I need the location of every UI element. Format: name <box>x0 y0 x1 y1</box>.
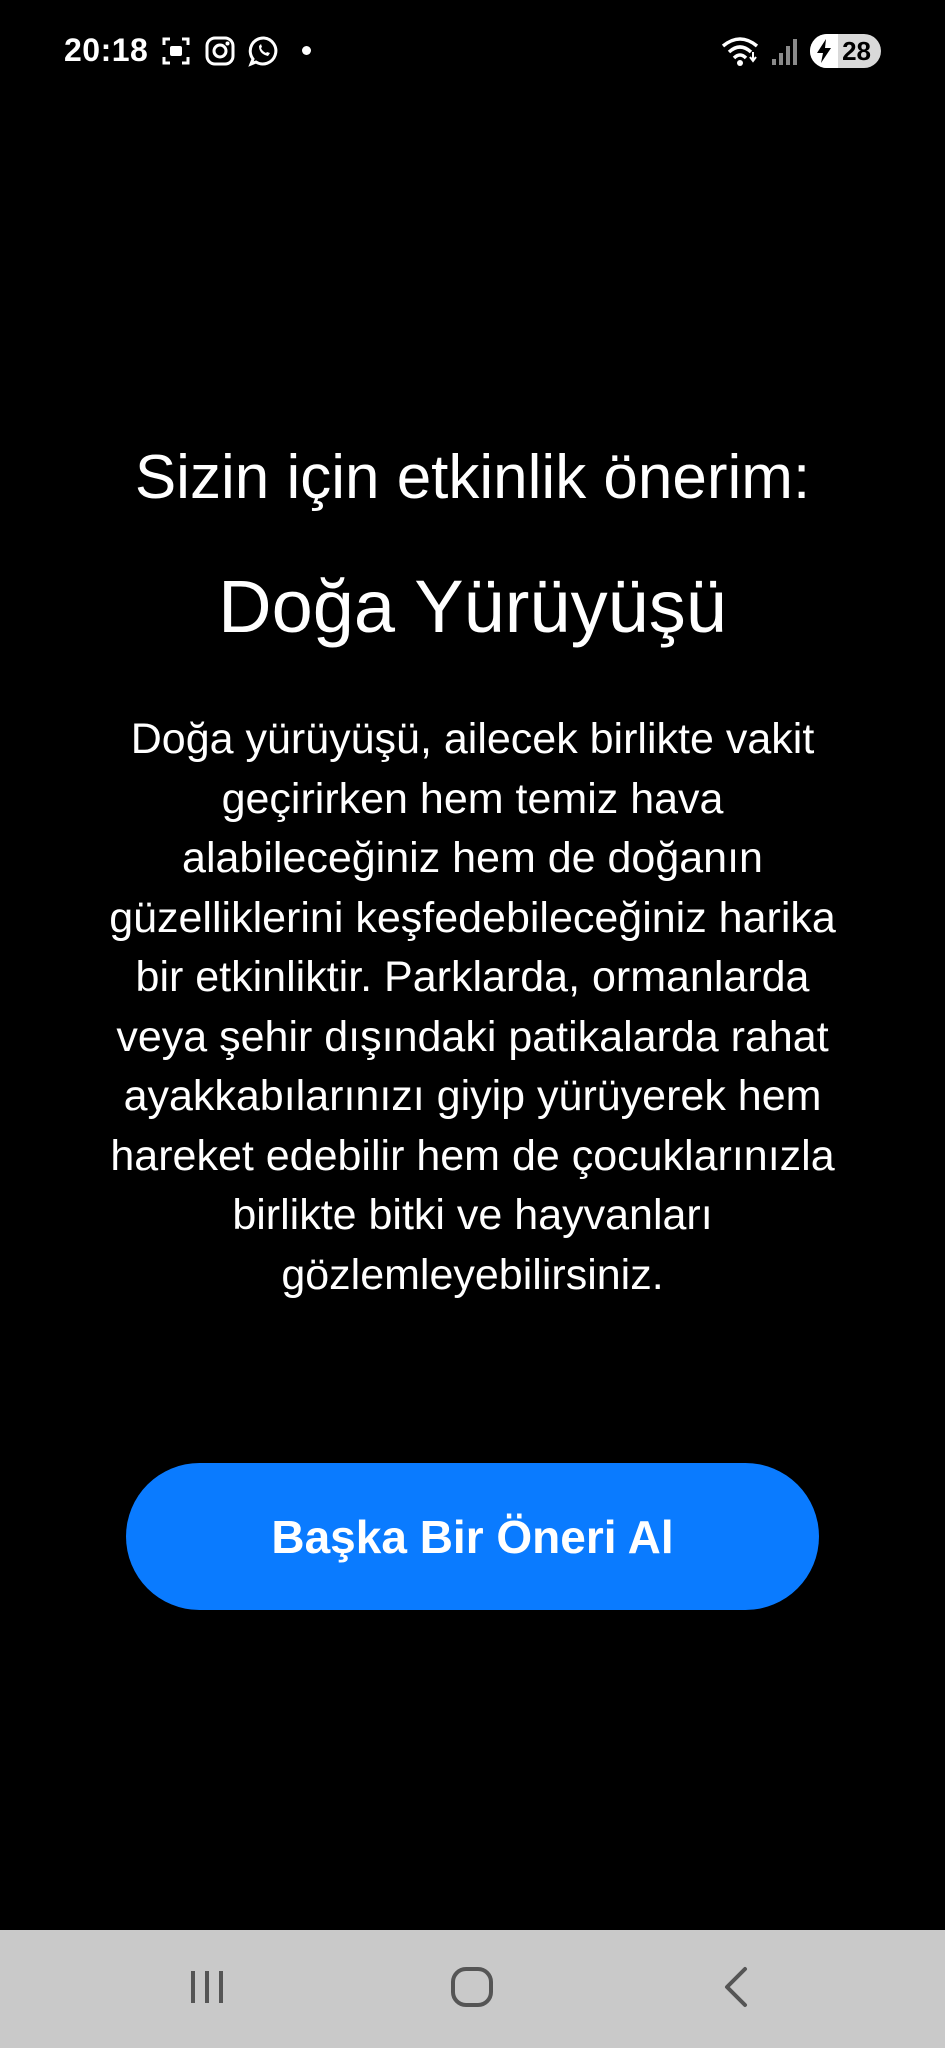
battery-level: 28 <box>842 35 871 66</box>
notification-dot <box>302 46 312 55</box>
navigation-bar <box>0 1930 945 2048</box>
screenshot-icon <box>160 35 192 67</box>
get-another-suggestion-button[interactable]: Başka Bir Öneri Al <box>126 1463 819 1610</box>
charging-bolt-icon <box>810 34 839 68</box>
signal-icon <box>770 35 800 67</box>
recent-apps-icon <box>185 1965 229 2014</box>
status-right: 28 <box>720 34 881 68</box>
back-icon <box>717 1963 757 2016</box>
activity-description: Doğa yürüyüşü, ailecek birlikte vakit ge… <box>109 715 836 1299</box>
home-button[interactable] <box>392 1930 552 2048</box>
app-screen: 20:18 28 Sizin için etkinlik önerim: Doğ… <box>0 0 945 2048</box>
suggestion-heading: Sizin için etkinlik önerim: <box>134 443 811 512</box>
instagram-icon <box>204 35 236 67</box>
back-button[interactable] <box>657 1930 817 2048</box>
battery-charging-icon: 28 <box>810 34 881 68</box>
status-time: 20:18 <box>64 32 149 68</box>
home-icon <box>449 1964 495 2015</box>
wifi-icon <box>720 35 760 67</box>
whatsapp-icon <box>248 35 280 67</box>
status-bar: 20:18 28 <box>0 0 945 110</box>
activity-title: Doğa Yürüyüşü <box>218 565 727 648</box>
recent-apps-button[interactable] <box>127 1930 287 2048</box>
status-left: 20:18 <box>64 32 312 69</box>
